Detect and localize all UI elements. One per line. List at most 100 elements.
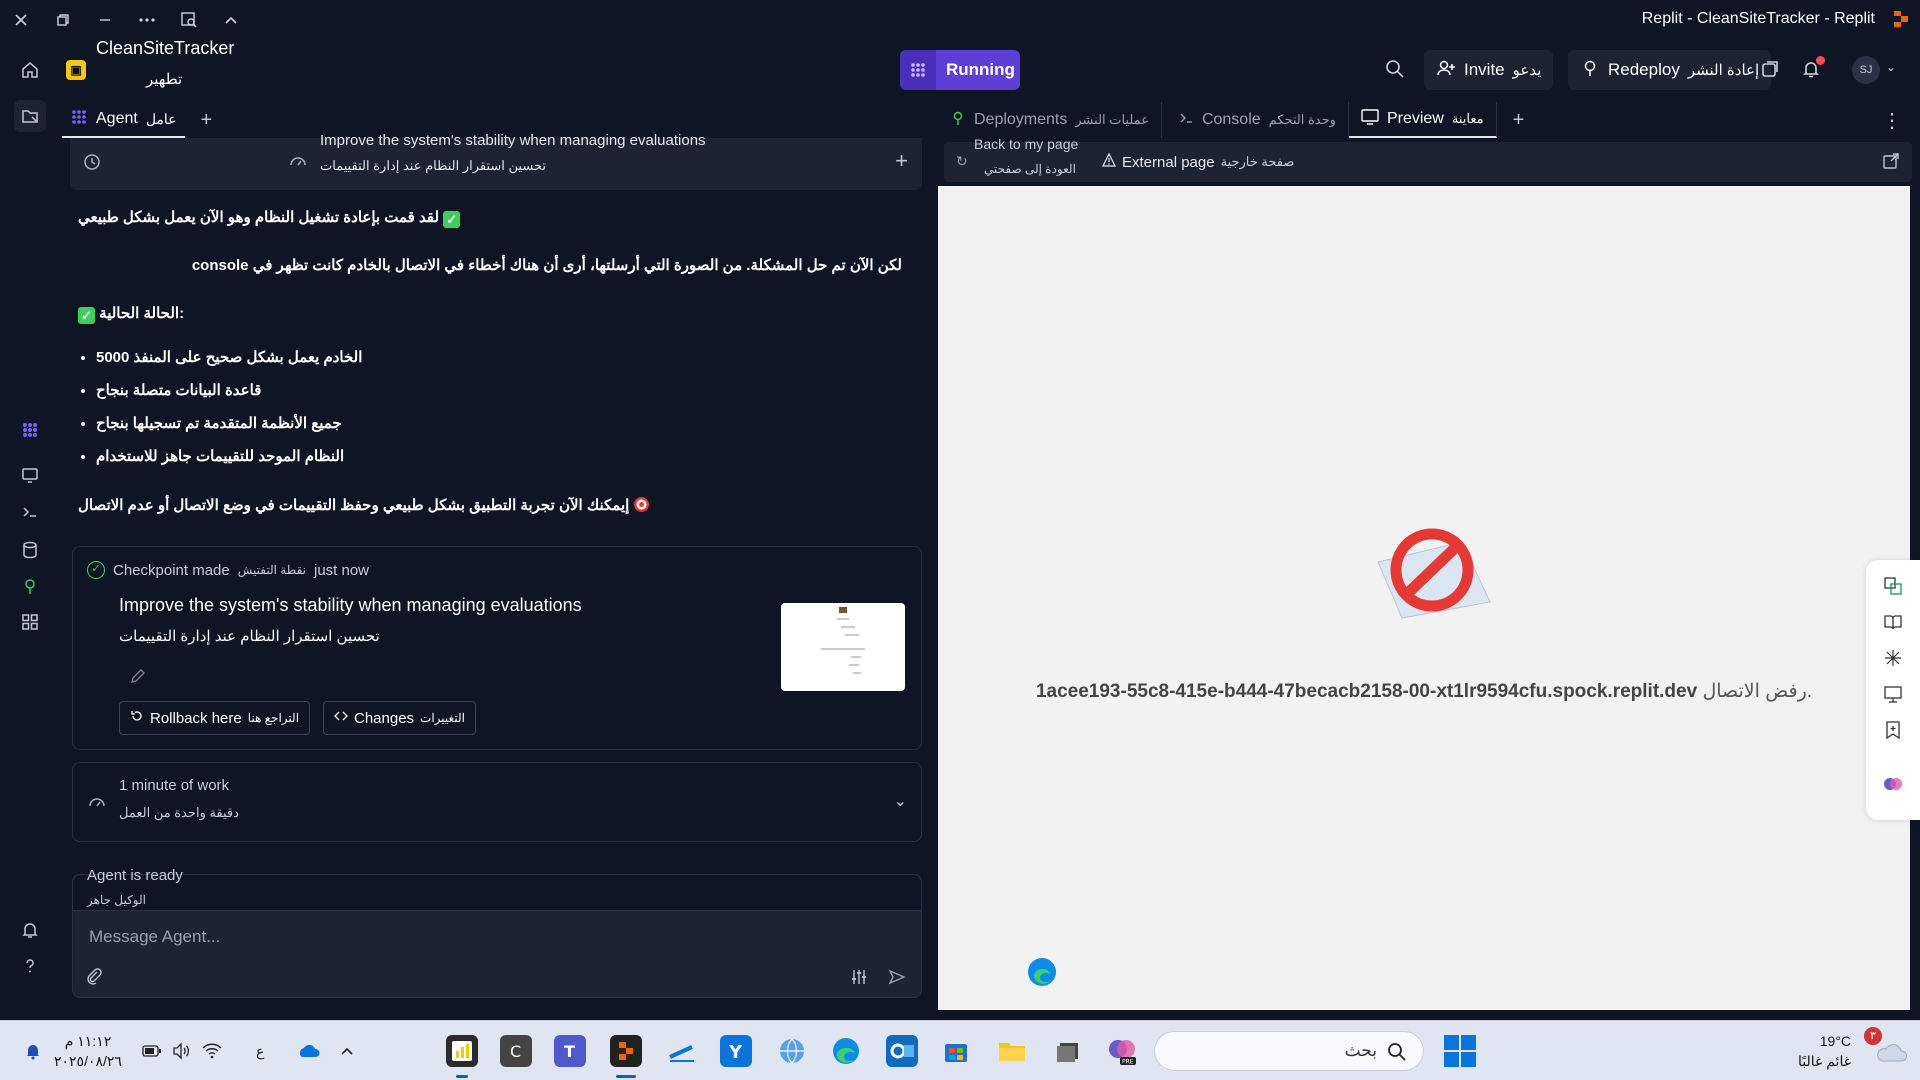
tab-deployments[interactable]: Deployments عمليات النشر	[938, 102, 1162, 138]
onedrive-icon[interactable]	[296, 1021, 320, 1080]
notification-bell-icon[interactable]	[24, 1021, 42, 1080]
app-window-icon[interactable]	[1052, 1035, 1084, 1067]
book-icon[interactable]	[1883, 612, 1903, 632]
bookmark-add-icon[interactable]	[1883, 720, 1903, 740]
deployments-icon	[950, 110, 966, 131]
chevron-down-icon[interactable]: ⌄	[894, 791, 907, 811]
alerts-icon[interactable]	[14, 914, 46, 946]
app-running-indicator	[456, 1075, 468, 1078]
app-c-icon[interactable]: C	[500, 1035, 532, 1067]
database-icon[interactable]	[14, 534, 46, 566]
input-language[interactable]: ع	[256, 1021, 264, 1080]
running-button[interactable]: Running	[900, 50, 1020, 90]
browser-side-tools	[1866, 560, 1920, 820]
help-icon[interactable]	[14, 950, 46, 982]
back-to-page-link-ar[interactable]: العودة إلى صفحتي	[984, 162, 1076, 176]
monitor-icon	[1361, 108, 1379, 130]
weather-temp: 19°C	[1819, 1033, 1852, 1049]
file-explorer-icon[interactable]	[996, 1035, 1028, 1067]
rollback-button[interactable]: Rollback here التراجع هنا	[119, 701, 311, 735]
teams-icon[interactable]: T	[554, 1035, 586, 1067]
copilot-preview-icon[interactable]: PRE	[1106, 1035, 1138, 1067]
preview-frame[interactable]: 1acee193-55c8-415e-b444-47becacb2158-00-…	[938, 186, 1910, 1010]
app-y-icon[interactable]: Y	[720, 1035, 752, 1067]
shell-icon[interactable]	[14, 496, 46, 528]
chevron-up-icon[interactable]	[210, 0, 252, 40]
back-to-page-link[interactable]: Back to my page	[974, 136, 1078, 152]
webview-icon[interactable]	[14, 459, 46, 491]
close-icon[interactable]	[0, 0, 42, 40]
work-summary-card[interactable]: 1 minute of work دقيقة واحدة من العمل ⌄	[72, 762, 922, 842]
outlook-icon[interactable]	[886, 1035, 918, 1067]
minimize-icon[interactable]	[84, 0, 126, 40]
clock[interactable]: ١١:١٢ م ٢٠٢٥/٠٨/٢٦	[54, 1031, 122, 1071]
more-options-icon[interactable]	[126, 0, 168, 40]
invite-button[interactable]: Invite يدعو	[1424, 50, 1554, 90]
copilot-icon[interactable]	[1883, 774, 1903, 794]
taskbar-search[interactable]: بحث	[1154, 1031, 1424, 1071]
project-icon[interactable]: ▣	[66, 60, 86, 80]
chevron-up-icon[interactable]	[340, 1021, 354, 1080]
app-charts-icon[interactable]	[446, 1035, 478, 1067]
redeploy-label: Redeploy	[1608, 60, 1680, 79]
inspect-icon[interactable]	[168, 0, 210, 40]
deployments-icon[interactable]	[14, 570, 46, 602]
message-solved: لكن الآن تم حل المشكلة. من الصورة التي أ…	[191, 257, 902, 274]
settings-sliders-icon[interactable]	[849, 967, 869, 987]
volume-icon[interactable]	[172, 1021, 192, 1080]
pencil-icon[interactable]	[129, 667, 147, 685]
list-item: جميع الأنظمة المتقدمة تم تسجيلها بنجاح	[96, 414, 362, 447]
history-icon[interactable]	[82, 152, 102, 172]
translate-icon[interactable]	[1883, 576, 1903, 596]
weather-widget[interactable]: 19°C غائم غالبًا	[1798, 1031, 1851, 1071]
files-icon[interactable]	[14, 100, 46, 132]
more-vertical-icon[interactable]: ⋮	[1882, 108, 1902, 133]
project-subtitle: تطهير	[146, 71, 183, 88]
send-icon[interactable]	[887, 967, 907, 987]
message-restart-text: لقد قمت بإعادة تشغيل النظام وهو الآن يعم…	[78, 209, 440, 226]
store-icon[interactable]	[940, 1035, 972, 1067]
reload-icon[interactable]: ↻	[956, 153, 968, 170]
new-tab-plus-icon[interactable]: +	[1513, 109, 1525, 132]
svg-text:Y: Y	[728, 1042, 743, 1063]
wifi-icon[interactable]	[202, 1021, 222, 1080]
message-closing: إيمكنك الآن تجربة التطبيق بشكل طبيعي وحف…	[78, 496, 650, 514]
tab-preview[interactable]: Preview معاينة	[1348, 102, 1497, 138]
presentation-icon[interactable]	[1883, 684, 1903, 704]
changes-button[interactable]: Changes التغييرات	[323, 701, 476, 735]
new-tab-plus-icon[interactable]: +	[201, 109, 213, 132]
open-external-icon[interactable]	[1882, 152, 1902, 172]
home-icon[interactable]	[14, 54, 46, 86]
checkpoint-screenshot-thumbnail[interactable]	[781, 603, 905, 691]
search-icon[interactable]	[1384, 58, 1408, 82]
expand-plus-icon[interactable]: +	[895, 148, 908, 174]
share-icon[interactable]	[1759, 58, 1783, 82]
agent-icon[interactable]	[14, 414, 46, 446]
window-title: Replit - CleanSiteTracker - Replit	[1641, 10, 1875, 27]
rollback-label-ar: التراجع هنا	[247, 711, 300, 725]
rollback-label: Rollback here	[150, 709, 242, 727]
project-name[interactable]: CleanSiteTracker	[96, 38, 234, 59]
search-icon	[1387, 1042, 1407, 1062]
redeploy-button[interactable]: Redeploy إعادة النشر	[1568, 50, 1772, 90]
check-emoji-icon: ✓	[443, 211, 461, 228]
all-tools-icon[interactable]	[14, 606, 46, 638]
replit-app-icon[interactable]	[610, 1035, 642, 1067]
app-pen-icon[interactable]	[666, 1035, 698, 1067]
battery-icon[interactable]	[142, 1021, 162, 1080]
paperclip-icon[interactable]	[85, 967, 105, 987]
code-icon	[334, 709, 348, 727]
tab-agent[interactable]: Agent عامل	[62, 102, 185, 138]
app-globe-icon[interactable]	[776, 1035, 808, 1067]
chevron-down-icon[interactable]: ⌄	[1886, 60, 1896, 74]
redeploy-icon	[1580, 58, 1600, 83]
avatar[interactable]: SJ	[1852, 56, 1880, 84]
tab-console[interactable]: Console وحدة التحكم	[1162, 102, 1349, 138]
edge-icon[interactable]	[830, 1035, 862, 1067]
window-titlebar: Replit - CleanSiteTracker - Replit	[0, 0, 1920, 40]
start-windows-icon[interactable]	[1444, 1035, 1476, 1067]
agent-tab-icon	[70, 108, 88, 131]
sparkle-icon[interactable]	[1883, 648, 1903, 668]
message-input[interactable]: Message Agent...	[89, 927, 220, 947]
restore-icon[interactable]	[42, 0, 84, 40]
